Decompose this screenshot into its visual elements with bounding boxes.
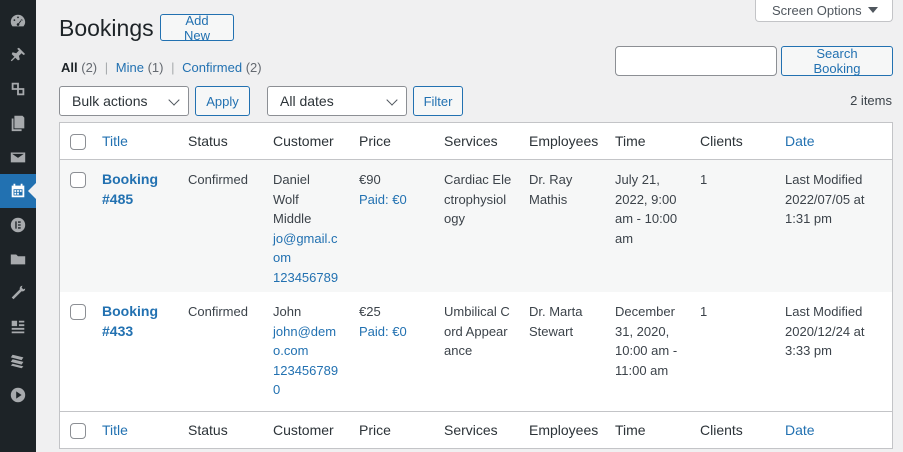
pages-icon[interactable] xyxy=(0,106,36,140)
view-confirmed-link[interactable]: Confirmed xyxy=(182,60,242,75)
column-services-header: Services xyxy=(444,422,498,438)
page-title: Bookings xyxy=(59,15,154,41)
booking-clients: 1 xyxy=(700,172,708,187)
price-value: €90 xyxy=(359,172,381,187)
add-new-button[interactable]: Add New xyxy=(160,13,234,43)
booking-title[interactable]: Booking #485 xyxy=(102,170,162,209)
booking-price: €90 Paid: €0 xyxy=(359,170,439,209)
row-checkbox[interactable] xyxy=(70,172,86,188)
dashboard-icon[interactable] xyxy=(0,4,36,38)
view-mine-count: (1) xyxy=(147,60,164,75)
booking-price: €25 Paid: €0 xyxy=(359,302,439,341)
play-icon[interactable] xyxy=(0,378,36,412)
screen-options-label: Screen Options xyxy=(772,2,862,18)
items-count: 2 items xyxy=(850,93,892,108)
customer-name: Daniel Wolf Middle xyxy=(273,172,312,226)
column-employees-header: Employees xyxy=(529,422,599,438)
customer-name: John xyxy=(273,304,302,319)
price-value: €25 xyxy=(359,304,381,319)
booking-clients: 1 xyxy=(700,304,708,319)
filter-button[interactable]: Filter xyxy=(413,86,463,116)
table-footer-row: Title Status Customer Price Services Emp… xyxy=(60,411,892,448)
mail-icon[interactable] xyxy=(0,140,36,174)
booking-service: Cardiac Electrophysiology xyxy=(444,172,512,226)
settings-icon[interactable] xyxy=(0,310,36,344)
column-employees-header: Employees xyxy=(529,133,599,149)
customer-email-link[interactable]: jo@gmail.com xyxy=(273,229,339,268)
view-all-count: (2) xyxy=(81,60,98,75)
paid-value: Paid: €0 xyxy=(359,323,407,339)
booking-date: Last Modified 2022/07/05 at 1:31 pm xyxy=(785,172,865,226)
chevron-down-icon xyxy=(168,94,180,106)
column-status-header: Status xyxy=(188,422,228,438)
booking-status: Confirmed xyxy=(188,304,248,319)
column-price-header: Price xyxy=(359,133,391,149)
booking-employee: Dr. Marta Stewart xyxy=(529,304,583,339)
dates-select[interactable]: All dates xyxy=(267,86,407,116)
booking-employee: Dr. Ray Mathis xyxy=(529,172,573,207)
column-title-header[interactable]: Title xyxy=(102,132,182,152)
chevron-down-icon xyxy=(386,94,398,106)
search-booking-button[interactable]: Search Booking xyxy=(781,46,893,76)
column-title-header[interactable]: Title xyxy=(102,421,182,441)
apply-button[interactable]: Apply xyxy=(195,86,250,116)
view-confirmed-count: (2) xyxy=(245,60,262,75)
booking-title[interactable]: Booking #433 xyxy=(102,302,162,341)
customer-phone-link[interactable]: 1234567890 xyxy=(273,361,339,400)
admin-sidebar xyxy=(0,0,36,452)
screen-options-button[interactable]: Screen Options xyxy=(755,0,893,22)
booking-date: Last Modified 2020/12/24 at 3:33 pm xyxy=(785,304,865,358)
customer-phone-link[interactable]: 123456789 xyxy=(273,268,343,288)
column-clients-header: Clients xyxy=(700,422,743,438)
table-row: Booking #485 Confirmed Daniel Wolf Middl… xyxy=(60,160,892,292)
view-mine-link[interactable]: Mine xyxy=(116,60,144,75)
booking-time: July 21, 2022, 9:00 am - 10:00 am xyxy=(615,172,678,246)
column-services-header: Services xyxy=(444,133,498,149)
status-views: All (2) | Mine (1) | Confirmed (2) xyxy=(61,60,262,75)
column-time-header: Time xyxy=(615,133,646,149)
row-checkbox[interactable] xyxy=(70,304,86,320)
view-separator: | xyxy=(171,60,175,75)
view-separator: | xyxy=(104,60,109,75)
bookings-table: Title Status Customer Price Services Emp… xyxy=(59,122,893,449)
column-customer-header: Customer xyxy=(273,133,334,149)
pin-icon[interactable] xyxy=(0,38,36,72)
tools-icon[interactable] xyxy=(0,276,36,310)
bulk-actions-value: Bulk actions xyxy=(72,93,148,109)
booking-title-link[interactable]: Booking #433 xyxy=(102,302,182,341)
elementor-icon[interactable] xyxy=(0,208,36,242)
table-header-row: Title Status Customer Price Services Emp… xyxy=(60,123,892,160)
bulk-actions-select[interactable]: Bulk actions xyxy=(59,86,189,116)
search-input[interactable] xyxy=(615,46,777,76)
booking-status: Confirmed xyxy=(188,172,248,187)
stack-icon[interactable] xyxy=(0,344,36,378)
column-date-header[interactable]: Date xyxy=(785,421,885,441)
folder-icon[interactable] xyxy=(0,242,36,276)
select-all-checkbox[interactable] xyxy=(70,423,86,439)
column-date-header[interactable]: Date xyxy=(785,132,885,152)
caret-down-icon xyxy=(868,7,878,13)
booking-service: Umbilical Cord Appearance xyxy=(444,304,510,358)
customer-email-link[interactable]: john@demo.com xyxy=(273,322,337,361)
calendar-icon[interactable] xyxy=(0,174,36,208)
booking-title-link[interactable]: Booking #485 xyxy=(102,170,182,209)
column-price-header: Price xyxy=(359,422,391,438)
media-icon[interactable] xyxy=(0,72,36,106)
column-customer-header: Customer xyxy=(273,422,334,438)
column-status-header: Status xyxy=(188,133,228,149)
booking-customer: John john@demo.com 1234567890 xyxy=(273,302,343,400)
view-all-link[interactable]: All xyxy=(61,60,78,75)
paid-value: Paid: €0 xyxy=(359,191,407,207)
booking-time: December 31, 2020, 10:00 am - 11:00 am xyxy=(615,304,678,378)
column-time-header: Time xyxy=(615,422,646,438)
select-all-checkbox[interactable] xyxy=(70,134,86,150)
booking-customer: Daniel Wolf Middle jo@gmail.com 12345678… xyxy=(273,170,343,287)
table-row: Booking #433 Confirmed John john@demo.co… xyxy=(60,292,892,411)
dates-value: All dates xyxy=(280,93,334,109)
column-clients-header: Clients xyxy=(700,133,743,149)
